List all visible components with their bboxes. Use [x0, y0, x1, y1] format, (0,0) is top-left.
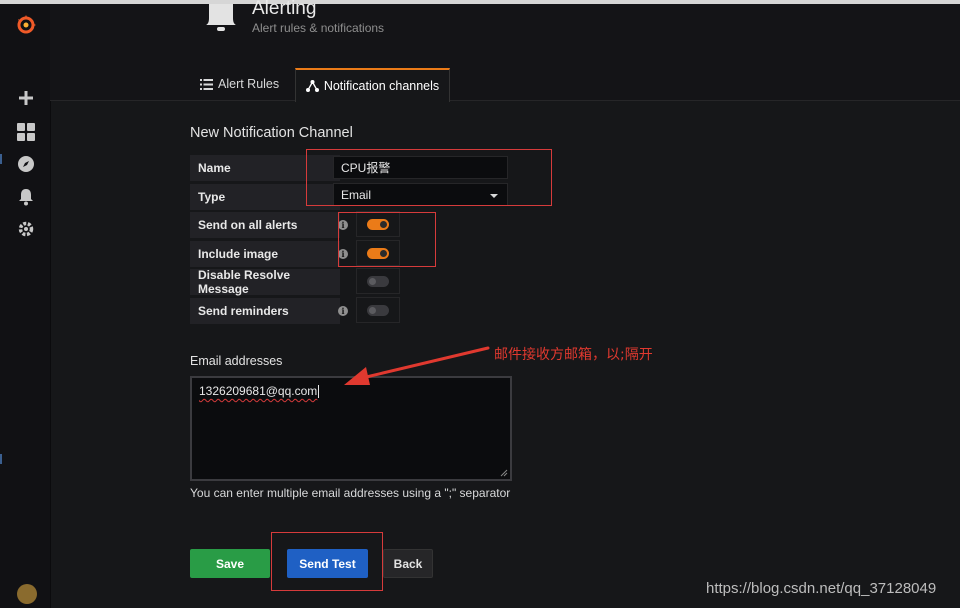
- grafana-logo-icon[interactable]: [15, 14, 37, 36]
- send-reminders-toggle[interactable]: [356, 297, 400, 323]
- gear-icon[interactable]: [15, 218, 37, 240]
- annotation-arrow-icon: [344, 346, 490, 385]
- dashboards-icon[interactable]: [15, 121, 37, 143]
- toggle-knob: [369, 307, 376, 314]
- list-icon: [200, 78, 213, 90]
- save-button[interactable]: Save: [190, 549, 270, 578]
- email-addresses-textarea[interactable]: 1326209681@qq.com: [190, 376, 512, 481]
- info-icon[interactable]: i: [338, 306, 348, 316]
- send-test-button[interactable]: Send Test: [287, 549, 368, 578]
- sidebar: [0, 4, 51, 608]
- explore-icon[interactable]: [15, 153, 37, 175]
- disable-resolve-label: Disable Resolve Message: [190, 268, 340, 296]
- email-addresses-label: Email addresses: [190, 354, 283, 368]
- sitemap-icon: [305, 80, 319, 92]
- tab-notification-channels[interactable]: Notification channels: [295, 68, 450, 102]
- highlight-box-toggles: [338, 212, 436, 267]
- toggle-track: [367, 276, 389, 287]
- send-reminders-label: Send reminders: [190, 298, 340, 324]
- email-addresses-value: 1326209681@qq.com: [199, 384, 318, 398]
- resize-handle-icon[interactable]: [500, 469, 508, 477]
- toggle-knob: [369, 278, 376, 285]
- highlight-box-name-type: [306, 149, 552, 206]
- sidebar-edge-marker: [0, 454, 2, 464]
- sidebar-edge-marker: [0, 154, 2, 164]
- page-subtitle: Alert rules & notifications: [252, 21, 385, 35]
- send-all-label: Send on all alerts: [190, 212, 340, 238]
- tab-label: Alert Rules: [218, 77, 280, 91]
- text-cursor: [318, 385, 320, 399]
- page-title: Alerting: [252, 0, 317, 19]
- plus-icon[interactable]: [15, 87, 37, 109]
- back-button[interactable]: Back: [383, 549, 433, 578]
- alerting-bell-icon: [205, 4, 237, 34]
- email-hint: You can enter multiple email addresses u…: [190, 486, 511, 500]
- avatar[interactable]: [17, 584, 37, 604]
- tab-label: Notification channels: [323, 79, 440, 93]
- bell-icon[interactable]: [15, 186, 37, 208]
- toggle-track: [367, 305, 389, 316]
- form-title: New Notification Channel: [190, 125, 353, 141]
- page-header: Alerting Alert rules & notifications Ale…: [50, 0, 960, 102]
- watermark: https://blog.csdn.net/qq_37128049: [706, 580, 937, 597]
- annotation-text: 邮件接收方邮箱，以;隔开: [494, 347, 653, 363]
- include-image-label: Include image: [190, 241, 340, 267]
- disable-resolve-toggle[interactable]: [356, 268, 400, 294]
- tab-alert-rules[interactable]: Alert Rules: [200, 68, 279, 100]
